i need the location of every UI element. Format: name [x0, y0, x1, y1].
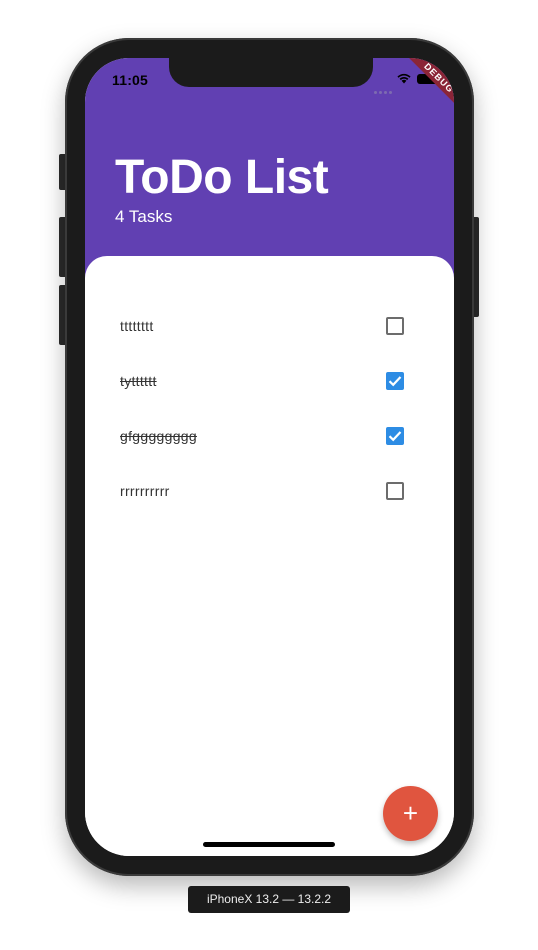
- plus-icon: +: [402, 798, 419, 828]
- task-text: tytttttt: [120, 373, 157, 389]
- task-checkbox[interactable]: [386, 427, 404, 445]
- task-row[interactable]: rrrrrrrrrr: [120, 471, 410, 511]
- add-task-button[interactable]: +: [383, 786, 438, 841]
- phone-frame: 11:05 DEBUG ToDo List 4 Tasks tttttttt t…: [65, 38, 474, 876]
- checkmark-icon: [388, 431, 402, 442]
- task-checkbox[interactable]: [386, 317, 404, 335]
- app-screen: 11:05 DEBUG ToDo List 4 Tasks tttttttt t…: [85, 58, 454, 856]
- task-text: tttttttt: [120, 318, 154, 334]
- task-checkbox[interactable]: [386, 482, 404, 500]
- debug-banner-label: DEBUG: [402, 58, 454, 115]
- task-count: 4 Tasks: [115, 207, 173, 226]
- page-title: ToDo List: [115, 151, 329, 204]
- checkmark-icon: [388, 376, 402, 387]
- device-label: iPhoneX 13.2 — 13.2.2: [188, 886, 350, 913]
- debug-banner: DEBUG: [384, 58, 454, 128]
- home-indicator[interactable]: [203, 842, 335, 847]
- task-list-panel: tttttttt tytttttt gfgggggggg rrrrrrrrrr: [85, 256, 454, 856]
- status-time: 11:05: [112, 72, 149, 88]
- app-header: 11:05 DEBUG ToDo List 4 Tasks: [85, 58, 454, 288]
- task-row[interactable]: gfgggggggg: [120, 416, 410, 456]
- task-row[interactable]: tttttttt: [120, 306, 410, 346]
- task-text: rrrrrrrrrr: [120, 483, 170, 499]
- task-text: gfgggggggg: [120, 428, 197, 444]
- simulator-stage: 11:05 DEBUG ToDo List 4 Tasks tttttttt t…: [0, 0, 538, 950]
- task-row[interactable]: tytttttt: [120, 361, 410, 401]
- notch: [169, 58, 373, 87]
- task-checkbox[interactable]: [386, 372, 404, 390]
